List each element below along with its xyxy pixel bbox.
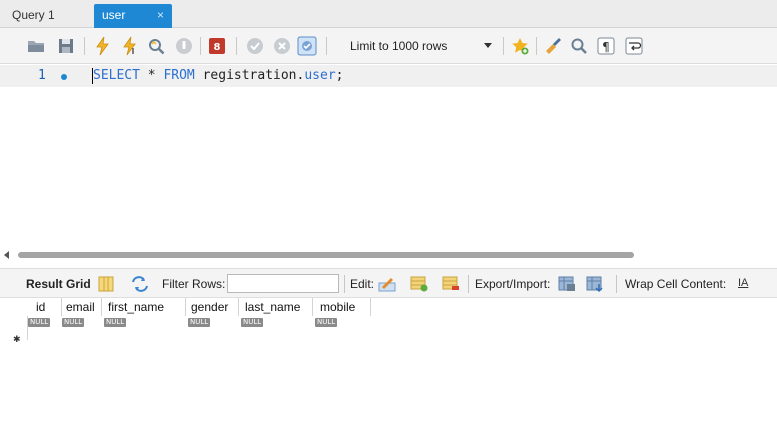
tab-label: Query 1 (12, 8, 55, 22)
column-header-mobile[interactable]: mobile (313, 298, 371, 316)
grid-cell[interactable]: NULL (239, 316, 313, 334)
tab-query-1[interactable]: Query 1 (4, 4, 82, 28)
sql-statement[interactable]: SELECT * FROM registration.user; (93, 68, 343, 83)
filter-rows-label: Filter Rows: (162, 277, 226, 291)
sql-table: user (304, 68, 336, 83)
null-badge: NULL (188, 318, 211, 327)
grid-cell[interactable]: NULL (313, 316, 371, 334)
delete-row-icon[interactable] (442, 275, 460, 293)
execute-current-statement-icon[interactable] (120, 36, 140, 56)
autocommit-toggle-icon[interactable] (297, 36, 317, 56)
table-row[interactable]: NULL NULL NULL NULL NULL NULL (12, 316, 402, 334)
column-header-last-name[interactable]: last_name (239, 298, 313, 316)
column-header-email[interactable]: email (62, 298, 102, 316)
wrap-cell-toggle-icon[interactable]: IA (738, 277, 748, 289)
explain-magnifier-icon[interactable] (146, 36, 166, 56)
sql-keyword-from: FROM (163, 68, 195, 83)
sql-semicolon: ; (335, 68, 344, 83)
sql-editor-toolbar: 8 Limit to 1000 rows ¶ (0, 28, 777, 64)
toggle-continue-on-error-icon[interactable]: 8 (207, 36, 227, 56)
stop-icon[interactable] (174, 36, 194, 56)
save-icon[interactable] (56, 36, 76, 56)
grid-cell[interactable]: NULL (186, 316, 239, 334)
column-header-gender[interactable]: gender (186, 298, 239, 316)
beautify-brush-icon[interactable] (543, 36, 563, 56)
tab-label: user (102, 8, 126, 22)
folder-icon[interactable] (26, 36, 46, 56)
insert-row-icon[interactable] (410, 275, 428, 293)
null-badge: NULL (62, 318, 85, 327)
column-header-id[interactable]: id (28, 298, 62, 316)
limit-rows-select[interactable]: Limit to 1000 rows (344, 35, 500, 57)
edit-label: Edit: (350, 277, 375, 291)
new-row-marker-icon: ✱ (13, 334, 21, 344)
refresh-arrows-icon[interactable] (131, 276, 149, 292)
invisible-characters-icon[interactable]: ¶ (596, 36, 616, 56)
rollback-icon[interactable] (272, 36, 292, 56)
sql-schema: registration. (194, 68, 305, 83)
filter-rows-input[interactable] (227, 274, 339, 293)
null-badge: NULL (315, 318, 338, 327)
import-icon[interactable] (586, 275, 604, 293)
null-badge: NULL (28, 318, 51, 327)
column-header-first-name[interactable]: first_name (102, 298, 186, 316)
scroll-left-icon[interactable] (4, 251, 9, 259)
close-tab-icon[interactable]: × (157, 4, 164, 26)
sql-star: * (139, 68, 164, 83)
word-wrap-icon[interactable] (624, 36, 644, 56)
sql-editor[interactable]: 1 SELECT * FROM registration.user; (0, 65, 777, 235)
grid-cell[interactable]: NULL (28, 316, 62, 334)
commit-icon[interactable] (245, 36, 265, 56)
statement-marker-icon (61, 74, 67, 80)
grid-cell[interactable]: NULL (62, 316, 102, 334)
limit-rows-value: Limit to 1000 rows (350, 39, 448, 53)
line-number: 1 (38, 68, 46, 83)
svg-text:¶: ¶ (602, 40, 610, 54)
add-snippet-star-icon[interactable] (510, 36, 530, 56)
scrollbar-thumb[interactable] (18, 252, 634, 258)
edit-current-row-icon[interactable] (378, 275, 396, 293)
tab-user[interactable]: user × (94, 4, 172, 28)
grid-cell[interactable]: NULL (102, 316, 186, 334)
editor-horizontal-scrollbar[interactable] (0, 248, 777, 262)
null-badge: NULL (104, 318, 127, 327)
execute-lightning-icon[interactable] (93, 36, 113, 56)
wrap-cell-content-label: Wrap Cell Content: (625, 277, 727, 291)
editor-tab-bar: Query 1 user × (0, 0, 777, 28)
grid-view-icon[interactable] (98, 276, 114, 292)
result-grid-label[interactable]: Result Grid (26, 277, 91, 291)
export-import-label: Export/Import: (475, 277, 551, 291)
export-icon[interactable] (558, 275, 576, 293)
result-toolbar: Result Grid Filter Rows: Edit: Export/Im… (0, 268, 777, 298)
grid-header-row: id email first_name gender last_name mob… (12, 298, 402, 316)
chevron-down-icon (484, 43, 492, 48)
svg-text:8: 8 (214, 42, 221, 53)
find-icon[interactable] (569, 36, 589, 56)
sql-keyword-select: SELECT (93, 68, 140, 83)
null-badge: NULL (241, 318, 264, 327)
